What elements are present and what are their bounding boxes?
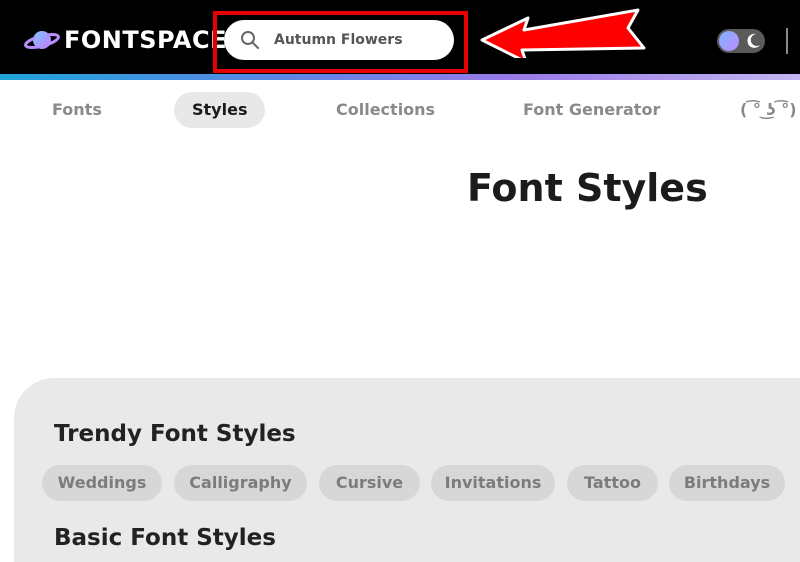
brand-name: FONTSPACE [64,26,228,54]
chip-cursive[interactable]: Cursive [319,465,420,501]
nav-item-lenny-face[interactable]: ( ͡° ͜ʖ ͡°) [740,92,797,128]
fontspace-logo[interactable]: FONTSPACE [24,22,227,58]
section-heading-trendy: Trendy Font Styles [54,421,296,447]
planet-icon [24,31,60,50]
nav-item-fonts[interactable]: Fonts [52,92,102,128]
chip-tattoo[interactable]: Tattoo [567,465,658,501]
theme-toggle[interactable] [717,29,765,53]
nav-item-font-generator[interactable]: Font Generator [523,92,660,128]
nav-item-styles[interactable]: Styles [174,92,266,128]
search-input[interactable] [274,32,444,48]
chip-birthdays[interactable]: Birthdays [669,465,785,501]
search-bar[interactable] [224,20,454,60]
section-heading-basic: Basic Font Styles [54,525,276,551]
header-divider [786,28,788,54]
search-icon [241,31,259,49]
chip-invitations[interactable]: Invitations [431,465,555,501]
arrow-icon [480,8,646,58]
page-title: Font Styles [467,166,708,210]
chip-calligraphy[interactable]: Calligraphy [174,465,307,501]
chip-weddings[interactable]: Weddings [42,465,162,501]
moon-icon [747,33,760,48]
nav-item-collections[interactable]: Collections [336,92,435,128]
main-nav: Fonts Styles Collections Font Generator … [0,80,800,140]
toggle-knob [719,31,739,51]
page: FONTSPACE Fonts Styles Collections Font … [0,0,800,562]
